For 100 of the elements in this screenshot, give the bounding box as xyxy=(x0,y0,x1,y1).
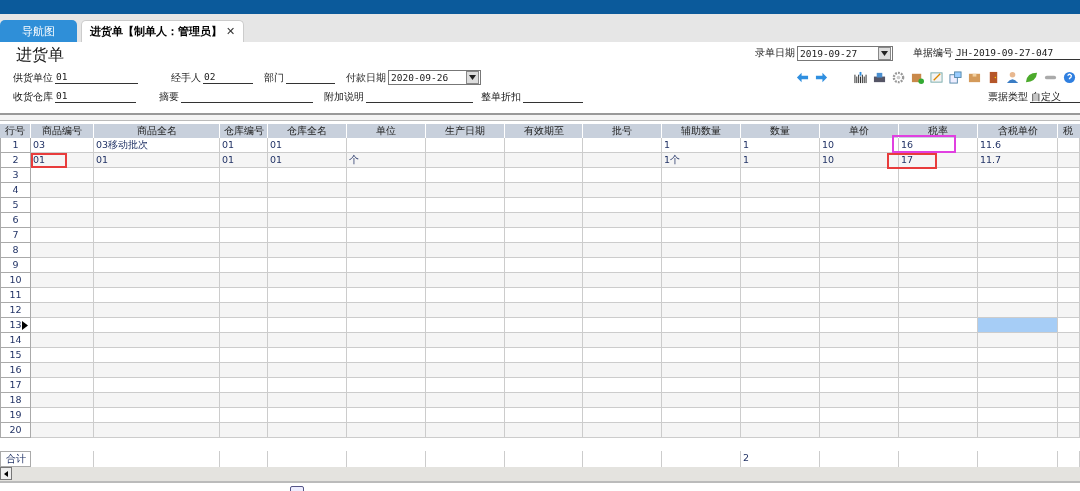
leaf-icon[interactable] xyxy=(1025,71,1038,84)
table-cell[interactable] xyxy=(220,183,268,198)
table-cell[interactable]: 01 xyxy=(268,138,347,153)
table-cell[interactable] xyxy=(31,213,94,228)
table-cell[interactable] xyxy=(583,243,662,258)
table-cell[interactable] xyxy=(583,138,662,153)
table-cell[interactable] xyxy=(1058,378,1080,393)
table-cell[interactable] xyxy=(820,228,899,243)
table-cell[interactable] xyxy=(268,318,347,333)
table-cell[interactable] xyxy=(505,138,583,153)
table-cell[interactable] xyxy=(426,363,505,378)
table-cell[interactable] xyxy=(1058,348,1080,363)
window-icon[interactable] xyxy=(949,71,962,84)
table-cell[interactable] xyxy=(94,393,220,408)
table-cell[interactable] xyxy=(662,213,741,228)
table-cell[interactable] xyxy=(1058,183,1080,198)
table-cell[interactable] xyxy=(94,318,220,333)
table-cell[interactable] xyxy=(1058,273,1080,288)
table-cell[interactable] xyxy=(220,348,268,363)
input-field[interactable]: 自定义 xyxy=(1030,90,1080,103)
table-cell[interactable] xyxy=(899,378,978,393)
table-cell[interactable] xyxy=(741,258,820,273)
table-cell[interactable] xyxy=(426,213,505,228)
table-cell[interactable] xyxy=(978,213,1058,228)
table-cell[interactable] xyxy=(426,378,505,393)
table-cell[interactable]: 10 xyxy=(820,138,899,153)
table-cell[interactable]: 03移动批次 xyxy=(94,138,220,153)
table-cell[interactable] xyxy=(820,348,899,363)
table-cell[interactable] xyxy=(662,393,741,408)
table-cell[interactable] xyxy=(583,228,662,243)
table-cell[interactable] xyxy=(505,168,583,183)
table-cell[interactable] xyxy=(662,183,741,198)
table-cell[interactable] xyxy=(94,243,220,258)
table-cell[interactable]: 1 xyxy=(741,138,820,153)
table-cell[interactable] xyxy=(662,273,741,288)
table-cell[interactable] xyxy=(268,273,347,288)
table-cell[interactable] xyxy=(31,198,94,213)
table-cell[interactable] xyxy=(426,138,505,153)
table-cell[interactable] xyxy=(94,258,220,273)
table-cell[interactable] xyxy=(899,243,978,258)
table-cell[interactable] xyxy=(347,228,426,243)
table-cell[interactable] xyxy=(220,318,268,333)
date-dropdown[interactable]: 2019-09-27 xyxy=(797,45,893,61)
table-cell[interactable] xyxy=(662,348,741,363)
table-cell[interactable] xyxy=(662,378,741,393)
scroll-left-icon[interactable] xyxy=(0,467,12,480)
table-cell[interactable] xyxy=(978,378,1058,393)
table-cell[interactable] xyxy=(899,198,978,213)
table-cell[interactable] xyxy=(505,348,583,363)
table-cell[interactable] xyxy=(505,423,583,438)
table-cell[interactable] xyxy=(583,378,662,393)
table-cell[interactable] xyxy=(94,333,220,348)
right-arrow-icon[interactable] xyxy=(815,71,828,84)
barcode-icon[interactable] xyxy=(854,71,867,84)
table-cell[interactable] xyxy=(31,393,94,408)
caret-icon[interactable] xyxy=(881,50,888,56)
table-cell[interactable] xyxy=(347,288,426,303)
table-cell[interactable] xyxy=(978,228,1058,243)
table-cell[interactable] xyxy=(31,288,94,303)
table-cell[interactable] xyxy=(583,393,662,408)
table-cell[interactable] xyxy=(426,333,505,348)
table-cell[interactable] xyxy=(505,183,583,198)
table-cell[interactable] xyxy=(662,228,741,243)
gear-icon[interactable] xyxy=(892,71,905,84)
table-cell[interactable] xyxy=(94,183,220,198)
table-cell[interactable] xyxy=(820,213,899,228)
table-cell[interactable] xyxy=(741,183,820,198)
column-header[interactable]: 行号 xyxy=(0,124,31,138)
table-cell[interactable] xyxy=(426,273,505,288)
table-cell[interactable]: 11.6 xyxy=(978,138,1058,153)
column-header[interactable]: 税 xyxy=(1058,124,1080,138)
table-cell[interactable] xyxy=(899,288,978,303)
table-cell[interactable]: 11.7 xyxy=(978,153,1058,168)
column-header[interactable]: 商品编号 xyxy=(31,124,94,138)
table-cell[interactable] xyxy=(741,168,820,183)
table-cell[interactable] xyxy=(820,198,899,213)
table-cell[interactable]: 01 xyxy=(268,153,347,168)
table-cell[interactable] xyxy=(978,273,1058,288)
input-field[interactable]: 02 xyxy=(203,71,253,84)
table-cell[interactable] xyxy=(268,303,347,318)
input-field[interactable]: 01 xyxy=(55,71,138,84)
table-cell[interactable] xyxy=(899,183,978,198)
table-cell[interactable] xyxy=(820,273,899,288)
table-cell[interactable] xyxy=(741,333,820,348)
table-cell[interactable] xyxy=(220,243,268,258)
table-cell[interactable] xyxy=(268,243,347,258)
table-cell[interactable]: 1 xyxy=(741,153,820,168)
table-cell[interactable] xyxy=(94,348,220,363)
table-cell[interactable] xyxy=(505,213,583,228)
table-cell[interactable] xyxy=(978,393,1058,408)
column-header[interactable]: 生产日期 xyxy=(426,124,505,138)
table-cell[interactable] xyxy=(268,198,347,213)
table-cell[interactable] xyxy=(31,423,94,438)
table-cell[interactable] xyxy=(741,198,820,213)
column-header[interactable]: 有效期至 xyxy=(505,124,583,138)
table-cell[interactable] xyxy=(94,228,220,243)
table-cell[interactable] xyxy=(268,348,347,363)
table-cell[interactable] xyxy=(662,198,741,213)
tab[interactable]: 进货单【制单人：管理员】 ✕ xyxy=(81,20,245,42)
table-cell[interactable] xyxy=(978,168,1058,183)
